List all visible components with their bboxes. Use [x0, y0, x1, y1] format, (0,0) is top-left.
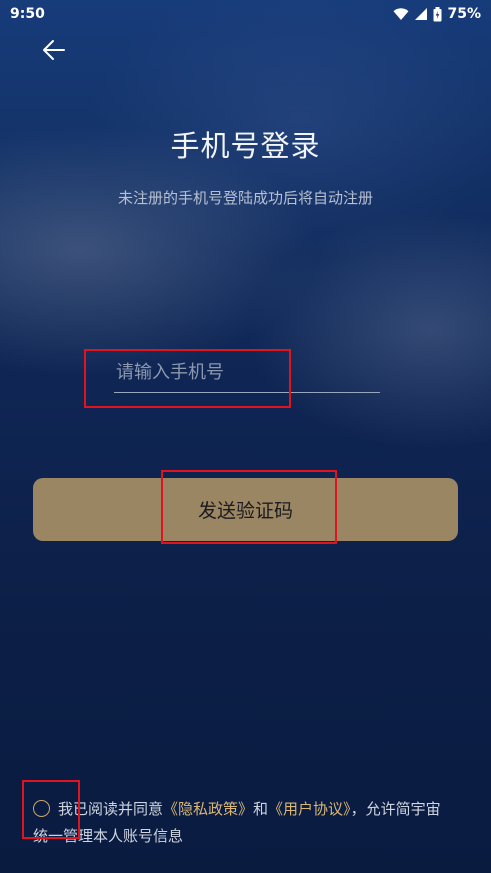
- signal-icon: [414, 7, 428, 21]
- status-icons: 75%: [393, 6, 481, 22]
- status-time: 9:50: [10, 6, 45, 22]
- user-agreement-link[interactable]: 《用户协议》: [268, 800, 351, 818]
- arrow-left-icon: [42, 39, 66, 65]
- back-button[interactable]: [36, 34, 72, 70]
- send-code-button[interactable]: 发送验证码: [33, 478, 458, 541]
- agreement: 我已阅读并同意《隐私政策》和《用户协议》，允许简宇宙统一管理本人账号信息: [33, 796, 453, 850]
- wifi-icon: [393, 7, 409, 21]
- agree-radio[interactable]: [33, 800, 50, 817]
- battery-icon: [433, 6, 442, 22]
- privacy-policy-link[interactable]: 《隐私政策》: [163, 800, 253, 818]
- page-subtitle: 未注册的手机号登陆成功后将自动注册: [117, 189, 373, 207]
- agreement-text-before: 我已阅读并同意: [58, 800, 164, 818]
- battery-percent: 75%: [447, 6, 481, 22]
- page-title: 手机号登录: [170, 129, 321, 163]
- status-bar: 9:50 75%: [0, 0, 491, 28]
- phone-input[interactable]: [114, 352, 380, 393]
- agreement-and: 和: [253, 800, 269, 818]
